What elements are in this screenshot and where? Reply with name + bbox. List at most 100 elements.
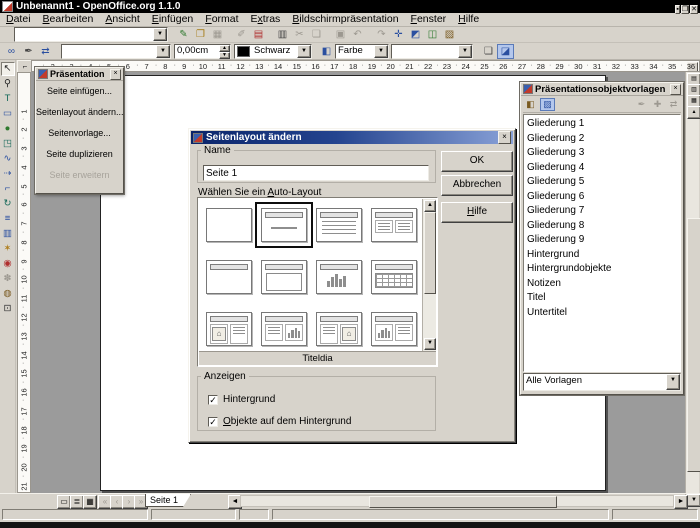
close-icon[interactable]: × — [110, 69, 121, 80]
hyperlink-icon[interactable]: ◫ — [424, 27, 441, 42]
dropdown-arrow-icon[interactable]: ▼ — [156, 45, 170, 58]
hilfe-button[interactable]: Hilfe — [441, 202, 513, 223]
new-document-icon[interactable]: ✎ — [175, 27, 192, 42]
dropdown-arrow-icon[interactable]: ▼ — [374, 45, 388, 58]
style-item[interactable]: Gliederung 5 — [527, 175, 677, 190]
effects-icon[interactable]: ✶ — [1, 242, 15, 256]
palette-item-seitenlayout-ändern[interactable]: Seitenlayout ändern... — [36, 102, 123, 123]
navigator-icon[interactable]: ✛ — [390, 27, 407, 42]
layout-thumbnail-blank[interactable] — [206, 208, 252, 242]
scroll-down-icon[interactable]: ▼ — [424, 338, 436, 350]
palette-title-bar[interactable]: Präsentation × — [36, 68, 123, 81]
vertical-ruler[interactable]: 1·2·3·4·5·6·7·8·9·10·11·12·13·14·15·16·1… — [17, 72, 31, 493]
vertical-scrollbar[interactable]: ▤▥▦▴ ▼ — [685, 72, 699, 507]
area-style-combobox[interactable]: Farbe ▼ — [335, 44, 389, 59]
graphics-styles-icon[interactable]: ◧ — [523, 98, 538, 111]
abbrechen-button[interactable]: Abbrechen — [441, 175, 513, 196]
style-item[interactable]: Gliederung 4 — [527, 161, 677, 176]
dropdown-arrow-icon[interactable]: ▼ — [297, 45, 311, 58]
style-item[interactable]: Titel — [527, 291, 677, 306]
checkbox-background-objects[interactable]: ✓ — [208, 417, 218, 427]
shadow-icon[interactable]: ❏ — [480, 44, 497, 59]
url-combobox[interactable]: ▼ — [14, 27, 168, 42]
stylist-title-bar[interactable]: Präsentationsobjektvorlagen × — [521, 83, 683, 96]
objects-3d-icon[interactable]: ◳ — [1, 137, 15, 151]
arrange-icon[interactable]: ▥ — [1, 227, 15, 241]
line-color-combobox[interactable]: Schwarz ▼ — [234, 44, 312, 59]
fill-color-combobox[interactable]: ▼ — [391, 44, 473, 59]
layout-thumbnail-title-box[interactable] — [261, 260, 307, 294]
connector-icon[interactable]: ⌐ — [1, 182, 15, 196]
select-icon[interactable]: ↖ — [1, 62, 15, 76]
close-icon[interactable]: × — [670, 84, 681, 95]
menu-extras[interactable]: Extras — [245, 13, 287, 26]
dropdown-arrow-icon[interactable]: ▼ — [458, 45, 472, 58]
style-item[interactable]: Gliederung 9 — [527, 233, 677, 248]
menu-datei[interactable]: Datei — [0, 13, 37, 26]
page-tab[interactable]: Seite 1 — [145, 494, 191, 507]
style-item[interactable]: Hintergrundobjekte — [527, 262, 677, 277]
dialog-title-bar[interactable]: Seitenlayout ändern × — [191, 131, 513, 144]
rotate-icon[interactable]: ↻ — [1, 197, 15, 211]
stylist-icon[interactable]: ◩ — [407, 27, 424, 42]
style-list[interactable]: Gliederung 1Gliederung 2Gliederung 3Glie… — [523, 114, 681, 372]
curve-icon[interactable]: ∿ — [1, 152, 15, 166]
spin-up-icon[interactable]: ▲ — [219, 45, 230, 52]
checkbox-background[interactable]: ✓ — [208, 395, 218, 405]
style-item[interactable]: Gliederung 6 — [527, 190, 677, 205]
style-item[interactable]: Untertitel — [527, 306, 677, 321]
menu-bearbeiten[interactable]: Bearbeiten — [37, 13, 100, 26]
horizontal-ruler[interactable]: ·2·3·4·5·6·7·8·9·10·11·12·13·14·15·16·17… — [31, 60, 700, 72]
presentation-screen-icon[interactable]: ⊡ — [1, 302, 15, 316]
palette-item-seitenvorlage[interactable]: Seitenvorlage... — [36, 123, 123, 144]
edit-points-icon[interactable]: ∞ — [3, 44, 20, 59]
layout-thumbnail-title-img-text[interactable]: ⌂ — [206, 312, 252, 346]
menu-einfügen[interactable]: Einfügen — [146, 13, 199, 26]
scroll-up-icon[interactable]: ▲ — [424, 200, 436, 212]
print-icon[interactable]: ▥ — [274, 27, 291, 42]
layout-thumbnail-title-bullets[interactable] — [316, 208, 362, 242]
layout-thumbnail-title-only[interactable] — [206, 260, 252, 294]
scroll-thumb[interactable] — [424, 212, 436, 294]
menu-format[interactable]: Format — [199, 13, 244, 26]
layout-thumbnail-title-chart[interactable] — [316, 260, 362, 294]
style-item[interactable]: Gliederung 3 — [527, 146, 677, 161]
style-item[interactable]: Gliederung 1 — [527, 117, 677, 132]
presentation-styles-icon[interactable]: ▨ — [540, 98, 555, 111]
export-pdf-icon[interactable]: ▤ — [250, 27, 267, 42]
rotate-mode-icon[interactable]: ◪ — [497, 44, 514, 59]
menu-ansicht[interactable]: Ansicht — [99, 13, 145, 26]
spin-down-icon[interactable]: ▼ — [219, 52, 230, 59]
arrow-style-icon[interactable]: ⇄ — [37, 44, 54, 59]
alignment-icon[interactable]: ≡ — [1, 212, 15, 226]
style-item[interactable]: Gliederung 8 — [527, 219, 677, 234]
style-item[interactable]: Gliederung 7 — [527, 204, 677, 219]
style-item[interactable]: Hintergrund — [527, 248, 677, 263]
menu-hilfe[interactable]: Hilfe — [452, 13, 485, 26]
close-icon[interactable]: × — [498, 131, 511, 144]
dropdown-arrow-icon[interactable]: ▼ — [153, 28, 167, 41]
ellipse-icon[interactable]: ● — [1, 122, 15, 136]
horizontal-scrollbar[interactable] — [240, 495, 674, 507]
palette-item-seite-duplizieren[interactable]: Seite duplizieren — [36, 144, 123, 165]
menu-bildschirmpräsentation[interactable]: Bildschirmpräsentation — [286, 13, 404, 26]
gallery-icon[interactable]: ▨ — [441, 27, 458, 42]
text-icon[interactable]: T — [1, 92, 15, 106]
name-input[interactable] — [203, 165, 429, 181]
style-item[interactable]: Notizen — [527, 277, 677, 292]
layout-thumbnail-title-table[interactable] — [371, 260, 417, 294]
effects-3d-icon[interactable]: ◍ — [1, 287, 15, 301]
scroll-up-icon[interactable]: ▴ — [687, 106, 700, 119]
layout-thumbnail-title-text-img[interactable]: ⌂ — [316, 312, 362, 346]
layout-thumbnail-title-chart-text[interactable] — [371, 312, 417, 346]
layout-thumbnail-title-2col[interactable] — [371, 208, 417, 242]
palette-item-seite-einfügen[interactable]: Seite einfügen... — [36, 81, 123, 102]
layout-scrollbar[interactable]: ▲ ▼ — [422, 199, 436, 351]
zoom-icon[interactable]: ⚲ — [1, 77, 15, 91]
layout-thumbnail-title-text-chart[interactable] — [261, 312, 307, 346]
style-item[interactable]: Gliederung 2 — [527, 132, 677, 147]
menu-fenster[interactable]: Fenster — [405, 13, 453, 26]
style-filter-combobox[interactable]: Alle Vorlagen ▼ — [523, 373, 681, 391]
scroll-thumb[interactable] — [687, 218, 700, 472]
lines-arrows-icon[interactable]: ⇢ — [1, 167, 15, 181]
